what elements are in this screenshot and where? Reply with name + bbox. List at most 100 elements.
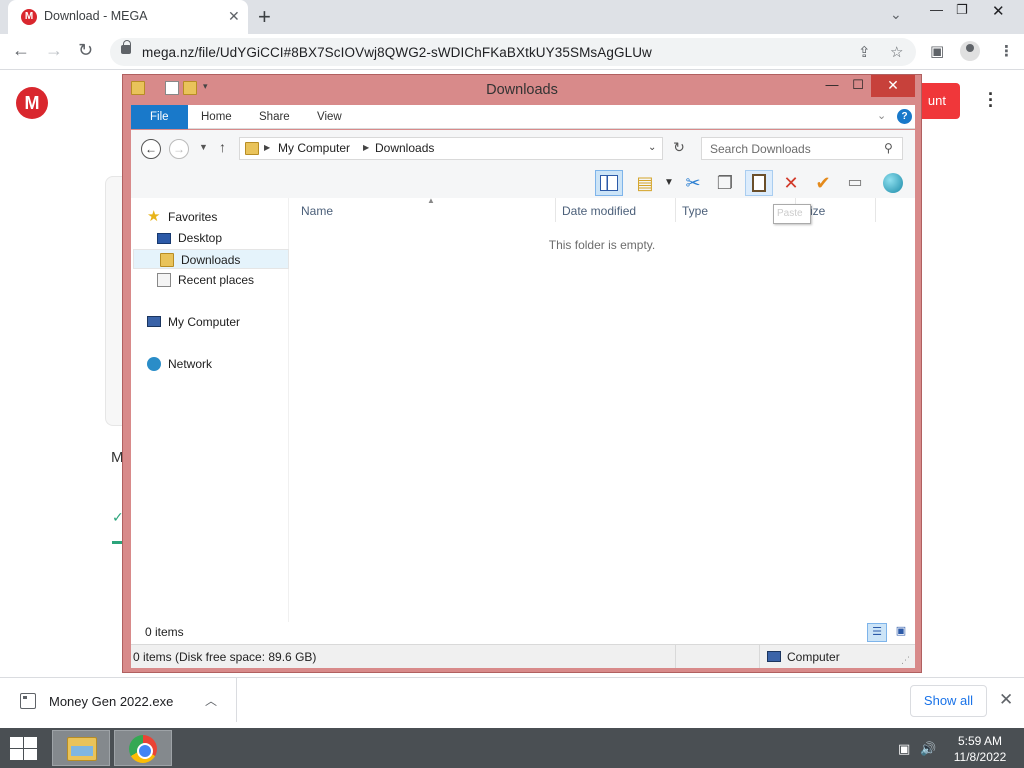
explorer-address-bar[interactable]: ▶ My Computer ▶ Downloads ⌄ xyxy=(239,137,663,160)
up-arrow-icon[interactable]: ↑ xyxy=(219,139,226,155)
chevron-up-icon[interactable]: ︿ xyxy=(205,692,217,709)
column-divider[interactable] xyxy=(555,198,556,222)
close-shelf-icon[interactable]: ✕ xyxy=(999,690,1013,710)
computer-icon xyxy=(147,316,161,327)
system-clock[interactable]: 5:59 AM 11/8/2022 xyxy=(940,733,1020,765)
browser-toolbar: ← → ↻ mega.nz/file/UdYGiCCI#8BX7ScIOVwj8… xyxy=(0,34,1024,70)
paste-icon[interactable] xyxy=(745,170,773,196)
status-disk-space: 0 items (Disk free space: 89.6 GB) xyxy=(133,650,317,664)
taskbar-file-explorer[interactable] xyxy=(52,730,110,766)
restore-window-button[interactable]: ❐ xyxy=(956,2,968,18)
search-placeholder[interactable]: Search Downloads xyxy=(710,142,811,156)
tab-home[interactable]: Home xyxy=(187,105,246,129)
new-item-icon[interactable]: ▭ xyxy=(841,170,869,196)
copy-icon[interactable]: ❐ xyxy=(711,170,739,196)
chrome-menu-icon[interactable]: ⋮ xyxy=(999,42,1014,60)
refresh-icon[interactable]: ↻ xyxy=(668,139,690,160)
download-shelf: Money Gen 2022.exe ︿ Show all ✕ xyxy=(0,677,1024,728)
tab-search-icon[interactable]: ⌄ xyxy=(890,6,902,23)
show-all-button[interactable]: Show all xyxy=(910,685,987,717)
column-divider[interactable] xyxy=(875,198,876,222)
status-divider xyxy=(759,645,760,668)
search-icon[interactable]: ⚲ xyxy=(884,141,893,155)
items-bar: 0 items ☰ ▣ xyxy=(131,622,915,644)
mega-menu-icon[interactable]: · · · xyxy=(988,85,994,115)
volume-icon[interactable]: 🔊 xyxy=(920,741,936,757)
nav-recent-places[interactable]: Recent places xyxy=(157,270,285,290)
preview-pane-icon[interactable] xyxy=(595,170,623,196)
back-arrow-icon[interactable]: ← xyxy=(12,40,30,61)
network-tray-icon[interactable]: ▣ xyxy=(898,741,910,757)
taskbar-chrome[interactable] xyxy=(114,730,172,766)
minimize-icon[interactable]: — xyxy=(819,75,845,97)
file-list-pane: Name ▲ Date modified Type Size This fold… xyxy=(297,196,915,642)
chevron-right-icon[interactable]: ▶ xyxy=(264,143,270,152)
tab-file[interactable]: File xyxy=(131,105,188,129)
browser-tab[interactable]: M Download - MEGA ✕ xyxy=(8,0,248,34)
clock-time: 5:59 AM xyxy=(957,734,1003,748)
forward-arrow-icon[interactable]: → xyxy=(45,40,63,61)
new-tab-button[interactable]: + xyxy=(258,4,271,30)
sort-ascending-icon: ▲ xyxy=(427,196,435,205)
minimize-window-button[interactable]: — xyxy=(930,2,943,17)
window-title: Downloads xyxy=(486,82,558,98)
mega-favicon-icon: M xyxy=(21,9,37,25)
column-header-date-modified[interactable]: Date modified xyxy=(562,204,636,218)
recent-locations-icon[interactable]: ▼ xyxy=(199,142,208,152)
address-dropdown-icon[interactable]: ⌄ xyxy=(648,142,656,153)
nav-my-computer[interactable]: My Computer xyxy=(147,312,285,332)
reload-icon[interactable]: ↻ xyxy=(78,40,93,61)
search-input[interactable]: Search Downloads ⚲ xyxy=(701,137,903,160)
desktop-icon xyxy=(157,233,171,244)
lock-icon[interactable] xyxy=(121,40,131,54)
explorer-titlebar[interactable]: ▾ Downloads — ☐ ✕ xyxy=(123,75,921,104)
chevron-right-icon[interactable]: ▶ xyxy=(363,143,369,152)
close-window-button[interactable]: ✕ xyxy=(992,2,1005,20)
nav-desktop[interactable]: Desktop xyxy=(157,228,285,248)
share-icon[interactable]: ⇪ xyxy=(858,43,871,61)
star-icon: ★ xyxy=(147,208,161,225)
browser-tab-strip: M Download - MEGA ✕ + ⌄ — ❐ ✕ xyxy=(0,0,1024,34)
status-bar: 0 items (Disk free space: 89.6 GB) Compu… xyxy=(131,644,915,668)
mega-logo[interactable]: M xyxy=(16,87,48,119)
tab-share[interactable]: Share xyxy=(245,105,304,129)
nav-downloads[interactable]: Downloads xyxy=(133,249,289,269)
close-icon[interactable]: ✕ xyxy=(871,75,915,97)
cut-icon[interactable]: ✂ xyxy=(679,170,707,196)
profile-avatar-icon[interactable] xyxy=(960,41,980,61)
address-bar[interactable]: mega.nz/file/UdYGiCCI#8BX7ScIOVwj8QWG2-s… xyxy=(110,38,916,66)
breadcrumb-downloads[interactable]: Downloads xyxy=(375,141,434,155)
breadcrumb-my-computer[interactable]: My Computer xyxy=(278,141,350,155)
status-divider xyxy=(675,645,676,668)
start-windows-icon[interactable] xyxy=(8,736,38,760)
command-bar: ▤ ▼ ✂ ❐ ✕ ✔ ▭ xyxy=(131,168,915,198)
column-divider[interactable] xyxy=(675,198,676,222)
navigation-row: ← → ▼ ↑ ▶ My Computer ▶ Downloads ⌄ ↻ Se… xyxy=(131,130,915,168)
explorer-window: ▾ Downloads — ☐ ✕ File Home Share View ⌄… xyxy=(122,74,922,673)
side-panel-icon[interactable]: ▣ xyxy=(930,42,944,60)
chrome-icon xyxy=(129,735,157,763)
column-header-type[interactable]: Type xyxy=(682,204,708,218)
help-icon[interactable]: ? xyxy=(897,109,912,124)
column-header-name[interactable]: Name xyxy=(301,204,333,218)
details-view-icon[interactable]: ☰ xyxy=(867,623,887,642)
navigation-pane: ★ Favorites Desktop Downloads Recent pla… xyxy=(131,198,289,642)
delete-icon[interactable]: ✕ xyxy=(777,170,805,196)
nav-favorites[interactable]: ★ Favorites xyxy=(147,207,277,227)
executable-file-icon xyxy=(20,693,36,709)
maximize-icon[interactable]: ☐ xyxy=(845,75,871,97)
expand-ribbon-icon[interactable]: ⌄ xyxy=(877,109,886,122)
rename-check-icon[interactable]: ✔ xyxy=(809,170,837,196)
tab-close-icon[interactable]: ✕ xyxy=(228,8,240,25)
web-globe-icon[interactable] xyxy=(879,170,907,196)
back-icon[interactable]: ← xyxy=(141,139,161,159)
resize-grip-icon[interactable]: ⋰ xyxy=(901,655,910,666)
tab-view[interactable]: View xyxy=(303,105,356,129)
nav-network[interactable]: Network xyxy=(147,354,285,374)
item-count: 0 items xyxy=(145,625,184,639)
bookmark-star-icon[interactable]: ☆ xyxy=(890,43,903,61)
url-text[interactable]: mega.nz/file/UdYGiCCI#8BX7ScIOVwj8QWG2-s… xyxy=(142,45,652,60)
download-item-name[interactable]: Money Gen 2022.exe xyxy=(49,694,173,709)
large-icons-view-icon[interactable]: ▣ xyxy=(891,623,911,642)
forward-icon[interactable]: → xyxy=(169,139,189,159)
